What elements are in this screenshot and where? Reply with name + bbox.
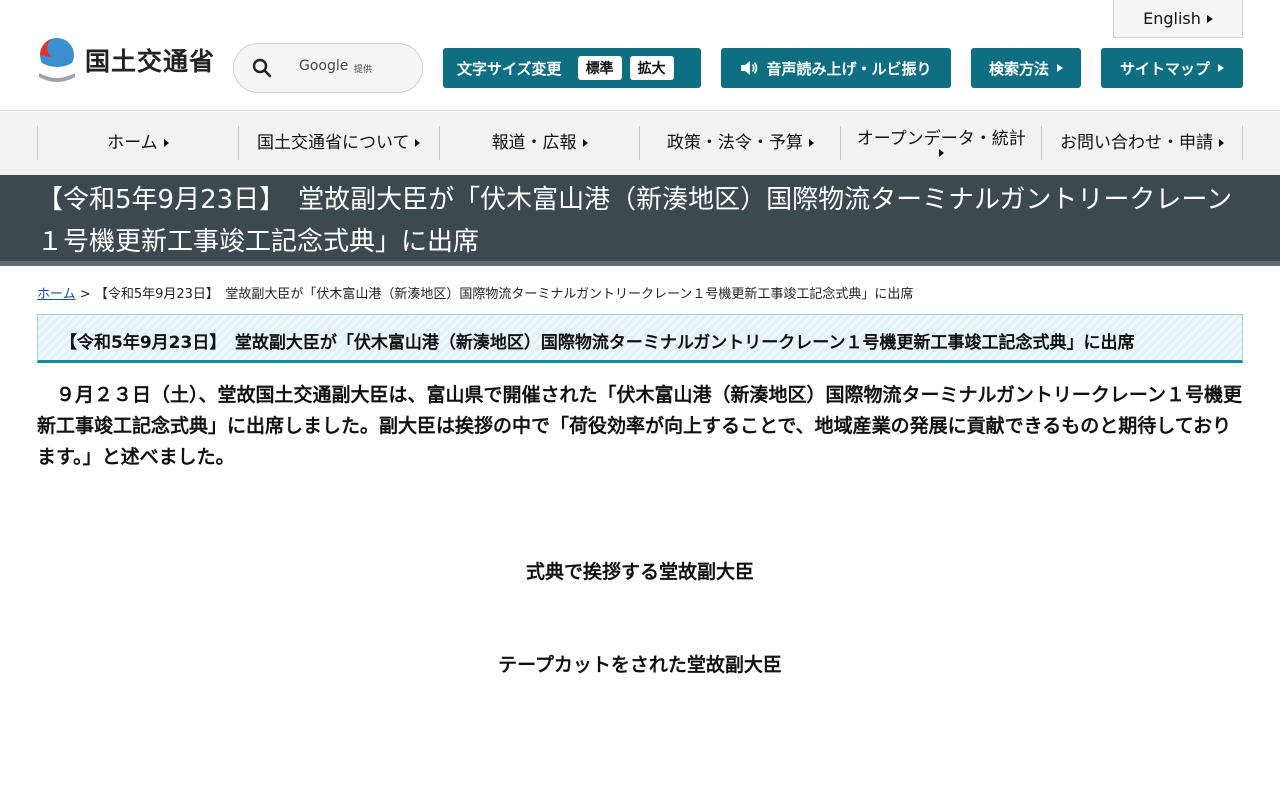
search-method-button[interactable]: 検索方法 <box>971 48 1081 88</box>
nav-item-contact[interactable]: お問い合わせ・申請 <box>1041 126 1243 160</box>
logo-mark-icon <box>39 38 75 82</box>
nav-item-policy[interactable]: 政策・法令・予算 <box>639 126 840 160</box>
nav-item-press[interactable]: 報道・広報 <box>438 126 640 160</box>
sitemap-label: サイトマップ <box>1119 59 1210 78</box>
nav-item-label: 報道・広報 <box>491 132 577 153</box>
triangle-right-icon <box>808 139 814 147</box>
nav-item-about[interactable]: 国土交通省について <box>237 126 439 160</box>
triangle-right-icon <box>415 139 421 147</box>
nav-item-label: オープンデータ・統計 <box>856 128 1026 149</box>
mlit-logo[interactable]: 国土交通省 <box>37 37 215 83</box>
global-nav-list: ホーム 国土交通省について 報道・広報 政策・法令・予算 オープンデータ・統計 … <box>37 126 1243 160</box>
photo-caption-tape-cut: テープカットをされた堂故副大臣 <box>498 654 782 676</box>
photo-caption-speech: 式典で挨拶する堂故副大臣 <box>525 561 754 583</box>
search-method-label: 検索方法 <box>988 59 1049 78</box>
nav-item-label: お問い合わせ・申請 <box>1060 132 1214 153</box>
search-provided-label: 提供 <box>354 65 373 75</box>
voice-ruby-label: 音声読み上げ・ルビ振り <box>766 59 932 78</box>
nav-item-home[interactable]: ホーム <box>37 126 238 160</box>
sitemap-button[interactable]: サイトマップ <box>1101 48 1243 88</box>
search-google-brand: Google <box>299 58 349 74</box>
search-icon[interactable] <box>252 58 272 78</box>
english-button-label: English <box>1143 9 1201 28</box>
logo-text: 国土交通省 <box>85 47 216 76</box>
font-size-standard-button[interactable]: 標準 <box>577 56 622 80</box>
nav-item-label: 国土交通省について <box>256 132 410 153</box>
breadcrumb-separator: > <box>79 287 91 302</box>
triangle-right-icon <box>1057 64 1063 72</box>
page-title-band: 【令和5年9月23日】 堂故副大臣が「伏木富山港（新湊地区）国際物流ターミナルガ… <box>0 175 1280 266</box>
nav-item-label: ホーム <box>107 132 158 153</box>
triangle-right-icon <box>1219 139 1225 147</box>
font-size-large-button[interactable]: 拡大 <box>629 56 674 80</box>
speaker-icon <box>741 61 758 75</box>
voice-ruby-button[interactable]: 音声読み上げ・ルビ振り <box>721 48 951 88</box>
page-title: 【令和5年9月23日】 堂故副大臣が「伏木富山港（新湊地区）国際物流ターミナルガ… <box>37 185 1233 257</box>
section-heading: 【令和5年9月23日】 堂故副大臣が「伏木富山港（新湊地区）国際物流ターミナルガ… <box>60 333 1135 353</box>
font-size-control: 文字サイズ変更 標準 拡大 <box>443 48 701 88</box>
breadcrumb-current: 【令和5年9月23日】 堂故副大臣が「伏木富山港（新湊地区）国際物流ターミナルガ… <box>94 287 914 302</box>
triangle-right-icon <box>163 139 169 147</box>
triangle-right-icon <box>938 149 944 158</box>
triangle-right-icon <box>1206 14 1213 23</box>
triangle-right-icon <box>582 139 588 147</box>
nav-item-open-data[interactable]: オープンデータ・統計 <box>840 126 1041 160</box>
article-body: ９月２３日（土）、堂故国土交通副大臣は、富山県で開催された「伏木富山港（新湊地区… <box>37 384 1242 468</box>
breadcrumb: ホーム > 【令和5年9月23日】 堂故副大臣が「伏木富山港（新湊地区）国際物流… <box>37 283 1247 302</box>
section-heading-box: 【令和5年9月23日】 堂故副大臣が「伏木富山港（新湊地区）国際物流ターミナルガ… <box>37 314 1243 363</box>
site-search-input[interactable]: Google 提供 <box>233 43 423 93</box>
triangle-right-icon <box>1218 64 1224 72</box>
nav-item-label: 政策・法令・予算 <box>666 132 803 153</box>
english-button[interactable]: English <box>1113 0 1243 38</box>
breadcrumb-home-link[interactable]: ホーム <box>37 287 76 302</box>
global-nav: ホーム 国土交通省について 報道・広報 政策・法令・予算 オープンデータ・統計 … <box>0 112 1280 175</box>
site-header: 国土交通省 Google 提供 English 文字サイズ変更 標準 拡大 音声… <box>0 0 1280 111</box>
font-size-label: 文字サイズ変更 <box>457 59 562 78</box>
